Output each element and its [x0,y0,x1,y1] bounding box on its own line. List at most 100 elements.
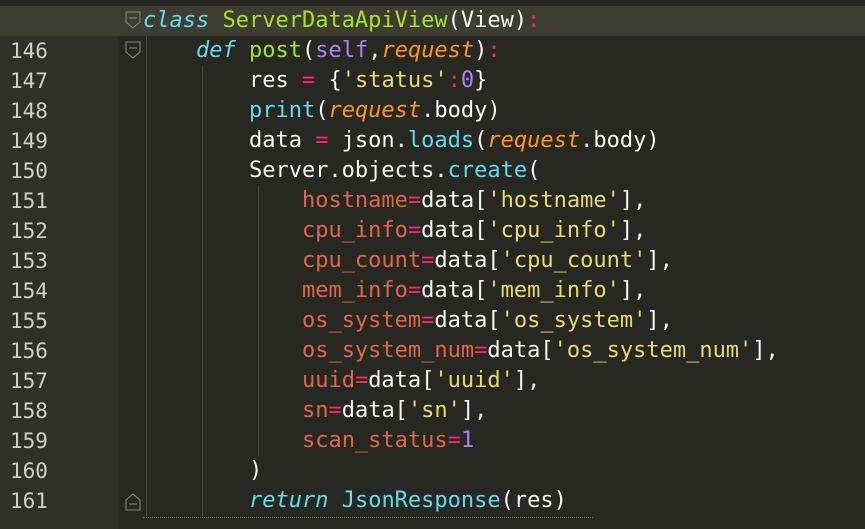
code-token: ( [315,98,329,123]
code-token: .body) [421,98,501,123]
code-token: request [381,38,475,63]
code-line[interactable]: Server.objects.create( [143,156,540,186]
code-line[interactable]: os_system_num=data['os_system_num'], [143,336,779,366]
code-token: 'uuid' [434,368,514,393]
code-token: ], [619,218,647,243]
code-token: ( [474,128,488,153]
line-number: 155 [10,309,48,333]
code-token: ], [460,398,488,423]
code-token: cpu_count [301,248,422,273]
gutter-line[interactable]: 159 [0,426,118,456]
gutter-line[interactable]: 153 [0,246,118,276]
code-token: = [474,338,488,363]
code-token: scan_status [301,428,448,453]
code-token: data[ [368,368,435,393]
code-token: (View) [447,8,528,33]
code-area[interactable]: class ServerDataApiView(View): def post(… [143,6,865,529]
code-token: = [407,188,422,213]
code-line[interactable]: print(request.body) [143,96,501,126]
code-line[interactable]: sn=data['sn'], [143,396,487,426]
gutter-line[interactable]: 154 [0,276,118,306]
code-token: data[ [434,248,501,273]
line-number: 159 [10,429,48,453]
line-number: 148 [10,99,48,123]
code-token: .body) [580,128,660,153]
code-token: post [248,38,302,63]
code-token: request [328,98,422,123]
code-token: data [143,128,316,153]
code-line[interactable]: cpu_info=data['cpu_info'], [143,216,646,246]
gutter-line[interactable]: 161 [0,486,118,516]
code-token: = [407,278,422,303]
code-line[interactable]: hostname=data['hostname'], [143,186,646,216]
gutter-line[interactable]: 146 [0,36,118,66]
code-line[interactable]: def post(self,request): [143,36,501,66]
code-token: ( [527,158,541,183]
code-token: = [354,368,369,393]
gutter-line[interactable]: 152 [0,216,118,246]
code-token: } [474,68,488,93]
code-line[interactable]: class ServerDataApiView(View): [143,6,540,36]
line-number: 152 [10,219,48,243]
gutter-line[interactable]: 150 [0,156,118,186]
gutter-line[interactable]: 147 [0,66,118,96]
code-token: = [315,128,329,153]
code-token: json. [328,128,408,153]
gutter-line[interactable]: 160 [0,456,118,486]
code-token: ( [301,38,316,63]
line-number: 146 [10,39,48,63]
code-token: Server.objects. [143,158,448,183]
line-number: 156 [10,339,48,363]
code-token: data[ [434,308,501,333]
code-line[interactable]: ) [143,456,262,486]
line-number: 147 [10,69,48,93]
code-token: 'status' [341,68,448,93]
code-line[interactable]: data = json.loads(request.body) [143,126,660,156]
inspection-underline [143,514,593,518]
gutter-line[interactable]: 151 [0,186,118,216]
code-line[interactable]: return JsonResponse(res) [143,486,567,516]
fold-end-icon[interactable] [124,490,142,512]
code-token: res [143,68,302,93]
code-token: cpu_info [301,218,408,243]
code-token: : [527,8,541,33]
code-line[interactable]: scan_status=1 [143,426,474,456]
code-token: = [301,68,316,93]
line-number-gutter[interactable]: 1451461471481491501511521531541551561571… [0,6,118,529]
fold-open-icon[interactable] [124,40,142,62]
code-token: ], [619,188,647,213]
line-number: 157 [10,369,48,393]
code-token: { [315,68,342,93]
line-number: 153 [10,249,48,273]
code-line[interactable]: uuid=data['uuid'], [143,366,540,396]
code-token: sn [301,398,329,423]
code-line[interactable]: cpu_count=data['cpu_count'], [143,246,673,276]
code-token: 'sn' [407,398,461,423]
line-number: 154 [10,279,48,303]
code-token: uuid [301,368,355,393]
gutter-line[interactable]: 148 [0,96,118,126]
code-token: : [447,68,461,93]
code-token: loads [407,128,475,153]
code-token: os_system_num [301,338,475,363]
code-line[interactable]: res = {'status':0} [143,66,487,96]
gutter-line[interactable]: 157 [0,366,118,396]
code-line[interactable]: os_system=data['os_system'], [143,306,673,336]
gutter-line[interactable]: 155 [0,306,118,336]
code-editor[interactable]: 1451461471481491501511521531541551561571… [0,0,865,529]
gutter-line[interactable]: 158 [0,396,118,426]
code-token: ], [752,338,779,363]
line-number: 158 [10,399,48,423]
code-token: = [421,248,435,273]
code-token: : [487,38,501,63]
gutter-line[interactable]: 149 [0,126,118,156]
gutter-line[interactable]: 156 [0,336,118,366]
fold-open-icon[interactable] [124,10,142,32]
code-line[interactable]: mem_info=data['mem_info'], [143,276,646,306]
